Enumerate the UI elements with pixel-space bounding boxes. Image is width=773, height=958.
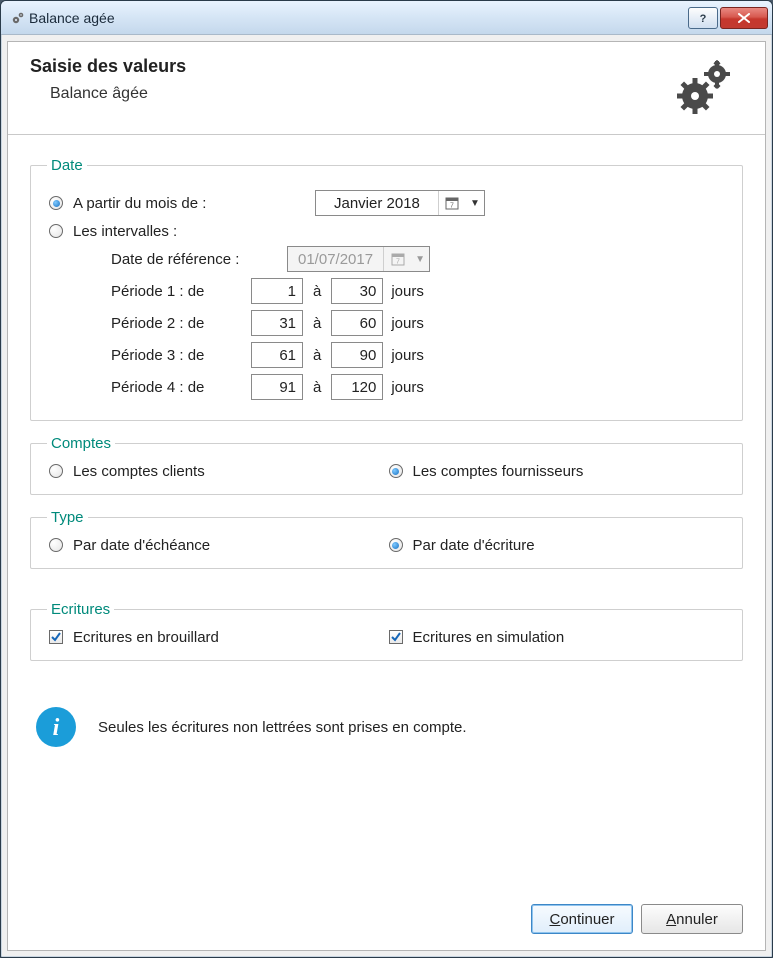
settings-gears-icon (675, 56, 743, 120)
continue-button[interactable]: Continuer (531, 904, 633, 934)
radio-type-due[interactable] (47, 536, 65, 554)
label-entries-fog: Ecritures en brouillard (73, 629, 219, 646)
close-button[interactable] (720, 7, 768, 29)
sep-a: à (313, 283, 321, 300)
sep-a: à (313, 379, 321, 396)
fieldset-accounts: Comptes Les comptes clients Les comptes … (30, 435, 743, 495)
period-4-to[interactable]: 120 (331, 374, 383, 400)
suffix-jours: jours (391, 379, 424, 396)
period-1-from[interactable]: 1 (251, 278, 303, 304)
cancel-rest: nnuler (676, 911, 718, 928)
label-intervals: Les intervalles : (73, 223, 177, 240)
radio-type-entry[interactable] (387, 536, 405, 554)
radio-from-month[interactable] (47, 194, 65, 212)
svg-text:?: ? (700, 13, 707, 24)
radio-accounts-suppliers[interactable] (387, 462, 405, 480)
info-text: Seules les écritures non lettrées sont p… (98, 719, 467, 736)
fieldset-type: Type Par date d'échéance Par date d'écri… (30, 509, 743, 569)
label-period-2: Période 2 : de (111, 315, 251, 332)
label-period-3: Période 3 : de (111, 347, 251, 364)
window-buttons: ? (688, 7, 772, 29)
period-1-to[interactable]: 30 (331, 278, 383, 304)
label-accounts-suppliers: Les comptes fournisseurs (413, 463, 584, 480)
suffix-jours: jours (391, 283, 424, 300)
period-2-from[interactable]: 31 (251, 310, 303, 336)
legend-accounts: Comptes (47, 435, 115, 452)
window-gear-icon (7, 10, 29, 26)
legend-type: Type (47, 509, 88, 526)
label-from-month: A partir du mois de : (73, 195, 315, 212)
period-3-to[interactable]: 90 (331, 342, 383, 368)
cancel-button[interactable]: Annuler (641, 904, 743, 934)
checkbox-entries-sim[interactable] (387, 628, 405, 646)
dialog-window: Balance agée ? Saisie des valeurs Balanc… (0, 0, 773, 958)
legend-date: Date (47, 157, 87, 174)
page-subtitle: Balance âgée (30, 85, 186, 103)
dialog-body: Saisie des valeurs Balance âgée (7, 41, 766, 951)
svg-text:7: 7 (450, 203, 454, 210)
sep-a: à (313, 315, 321, 332)
label-type-due: Par date d'échéance (73, 537, 210, 554)
radio-accounts-clients[interactable] (47, 462, 65, 480)
continue-mnemonic: C (549, 911, 560, 928)
page-title: Saisie des valeurs (30, 56, 186, 77)
window-title: Balance agée (29, 10, 688, 26)
reference-date-picker[interactable]: 01/07/2017 7 ▼ (287, 246, 430, 272)
label-type-entry: Par date d'écriture (413, 537, 535, 554)
calendar-icon: 7 (383, 247, 411, 271)
info-row: i Seules les écritures non lettrées sont… (30, 707, 743, 747)
continue-rest: ontinuer (560, 911, 614, 928)
suffix-jours: jours (391, 315, 424, 332)
legend-entries: Ecritures (47, 601, 114, 618)
fieldset-date: Date A partir du mois de : Janvier 2018 … (30, 157, 743, 421)
chevron-down-icon: ▼ (411, 254, 429, 265)
label-accounts-clients: Les comptes clients (73, 463, 205, 480)
help-button[interactable]: ? (688, 7, 718, 29)
info-icon: i (36, 707, 76, 747)
reference-date-value: 01/07/2017 (288, 251, 383, 268)
period-3-from[interactable]: 61 (251, 342, 303, 368)
divider (8, 134, 765, 135)
label-period-1: Période 1 : de (111, 283, 251, 300)
label-period-4: Période 4 : de (111, 379, 251, 396)
calendar-icon: 7 (438, 191, 466, 215)
chevron-down-icon: ▼ (466, 198, 484, 209)
checkbox-entries-fog[interactable] (47, 628, 65, 646)
suffix-jours: jours (391, 347, 424, 364)
dialog-footer: Continuer Annuler (30, 892, 743, 934)
radio-intervals[interactable] (47, 222, 65, 240)
sep-a: à (313, 347, 321, 364)
period-4-from[interactable]: 91 (251, 374, 303, 400)
period-2-to[interactable]: 60 (331, 310, 383, 336)
titlebar: Balance agée ? (1, 1, 772, 35)
month-picker-value: Janvier 2018 (316, 195, 438, 212)
cancel-mnemonic: A (666, 911, 676, 928)
month-picker[interactable]: Janvier 2018 7 ▼ (315, 190, 485, 216)
label-entries-sim: Ecritures en simulation (413, 629, 565, 646)
fieldset-entries: Ecritures Ecritures en brouillard Ecritu… (30, 601, 743, 661)
svg-text:i: i (53, 715, 60, 741)
svg-text:7: 7 (396, 259, 400, 266)
label-reference-date: Date de référence : (111, 251, 287, 268)
